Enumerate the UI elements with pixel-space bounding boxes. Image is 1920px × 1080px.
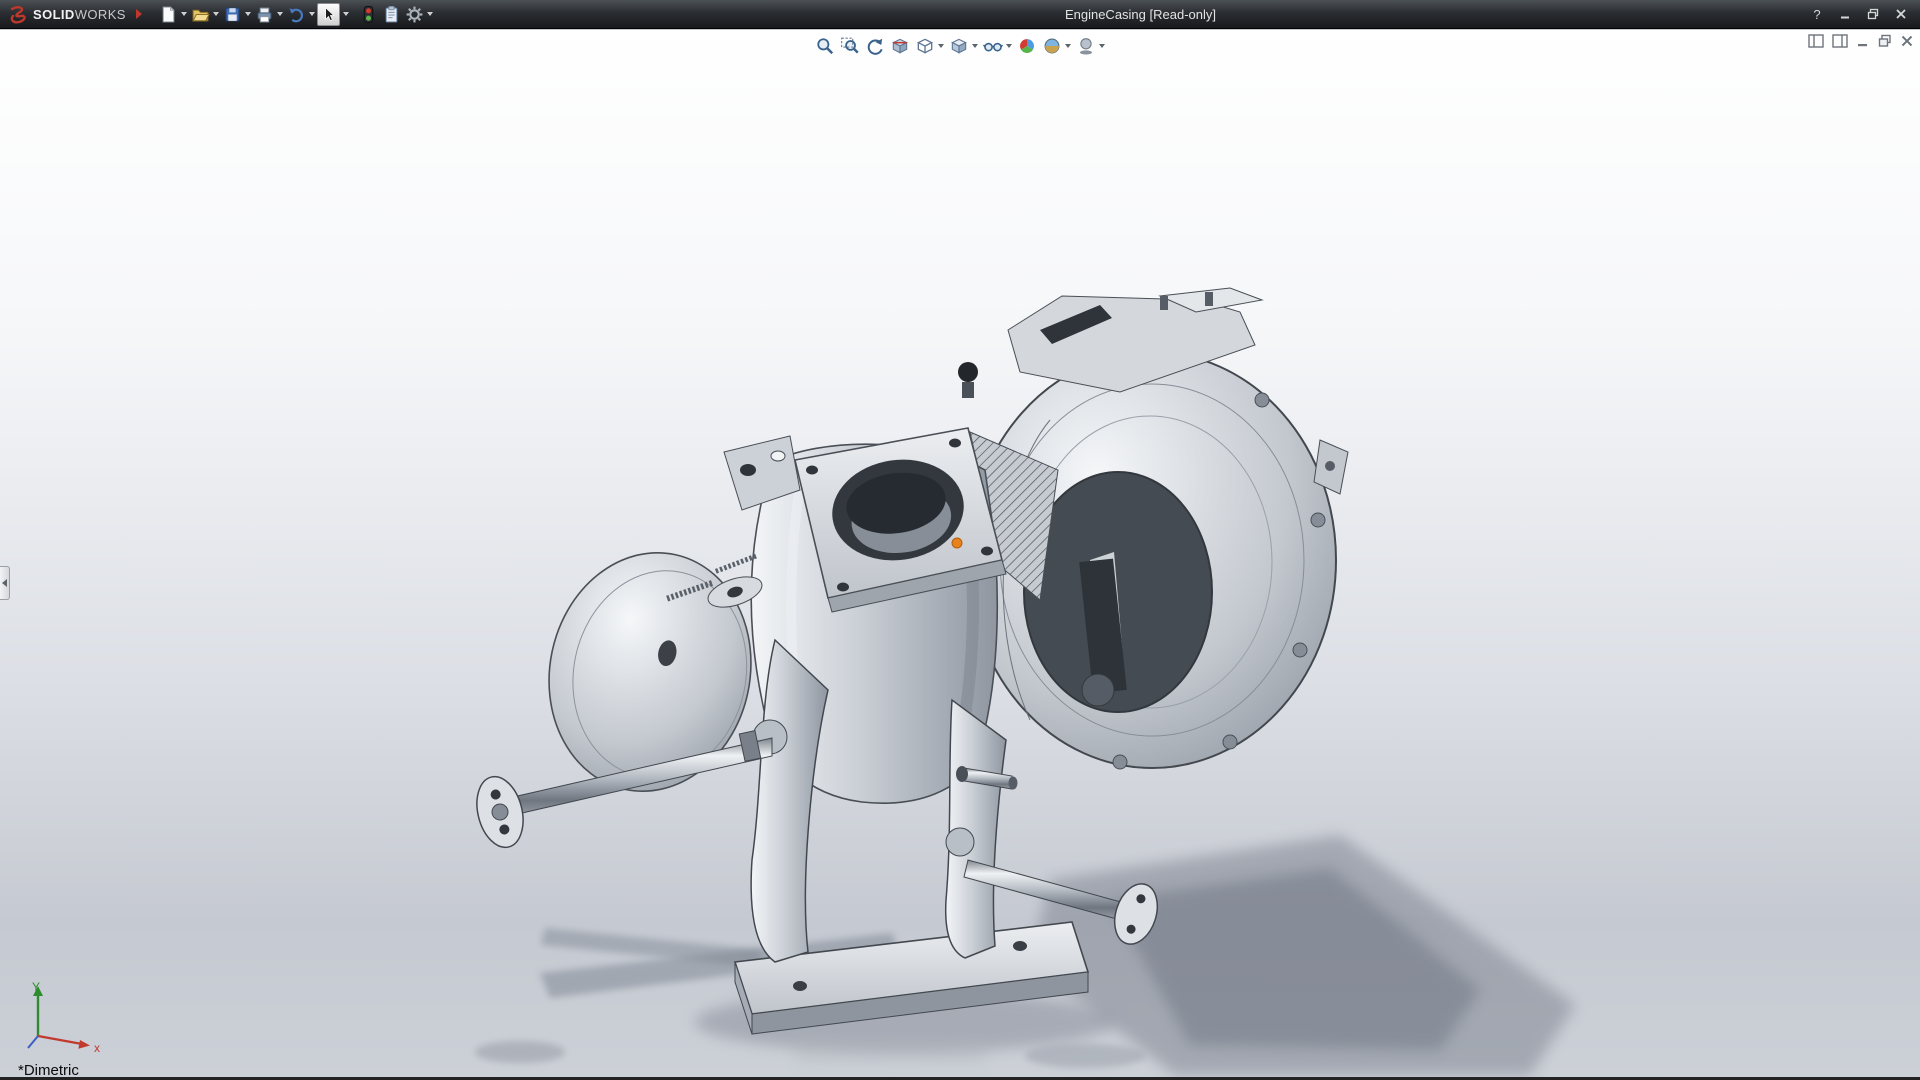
display-style-icon	[949, 36, 969, 56]
solidworks-logo-icon	[8, 4, 28, 24]
brand-text: SOLIDWORKS	[33, 7, 126, 22]
tile-panes-right-icon	[1832, 34, 1848, 48]
save-dropdown[interactable]	[245, 12, 251, 16]
edit-appearance-button[interactable]	[1016, 35, 1038, 57]
view-settings-button[interactable]	[1075, 35, 1106, 57]
doc-restore-button[interactable]	[1878, 34, 1892, 48]
zoom-to-fit-button[interactable]	[814, 35, 836, 57]
select-cursor-icon	[320, 6, 337, 23]
options-button[interactable]	[403, 3, 435, 26]
collapse-arrow-icon	[2, 579, 7, 587]
rebuild-stoplight-icon	[359, 5, 378, 24]
hide-show-items-button[interactable]	[982, 35, 1013, 57]
open-dropdown[interactable]	[213, 12, 219, 16]
undo-dropdown[interactable]	[309, 12, 315, 16]
file-properties-icon	[382, 5, 401, 24]
previous-view-icon	[865, 36, 885, 56]
view-settings-dropdown[interactable]	[1099, 44, 1105, 48]
apply-scene-dropdown[interactable]	[1065, 44, 1071, 48]
minimize-button[interactable]	[1834, 4, 1856, 24]
section-view-icon	[890, 36, 910, 56]
rebuild-button[interactable]	[357, 3, 380, 26]
save-icon	[223, 5, 242, 24]
document-title: EngineCasing [Read-only]	[1065, 0, 1216, 29]
zoom-to-area-icon	[840, 36, 860, 56]
titlebar: SOLIDWORKS	[0, 0, 1920, 29]
selection-point-marker[interactable]	[952, 538, 962, 548]
undo-icon	[287, 5, 306, 24]
view-orientation-icon	[915, 36, 935, 56]
print-dropdown[interactable]	[277, 12, 283, 16]
featuremanager-collapse-tab[interactable]	[0, 566, 10, 600]
engine-casing-model[interactable]	[0, 30, 1920, 1080]
minimize-icon	[1839, 8, 1851, 20]
reference-triad: Y x	[20, 978, 110, 1058]
doc-minimize-icon	[1856, 34, 1870, 48]
print-icon	[255, 5, 274, 24]
select-tool-button[interactable]	[317, 3, 340, 26]
new-document-dropdown[interactable]	[181, 12, 187, 16]
view-orientation-button[interactable]	[914, 35, 945, 57]
zoom-to-fit-icon	[815, 36, 835, 56]
file-properties-button[interactable]	[380, 3, 403, 26]
open-button[interactable]	[189, 3, 221, 26]
tile-panes-left-button[interactable]	[1808, 34, 1824, 48]
print-button[interactable]	[253, 3, 285, 26]
options-dropdown[interactable]	[427, 12, 433, 16]
heads-up-view-toolbar	[806, 33, 1114, 59]
close-button[interactable]	[1890, 4, 1912, 24]
zoom-to-area-button[interactable]	[839, 35, 861, 57]
restore-button[interactable]	[1862, 4, 1884, 24]
display-style-dropdown[interactable]	[972, 44, 978, 48]
restore-icon	[1867, 8, 1879, 20]
new-document-icon	[159, 5, 178, 24]
view-settings-icon	[1076, 36, 1096, 56]
menu-flyout-arrow-icon[interactable]	[136, 9, 142, 19]
open-folder-icon	[191, 5, 210, 24]
graphics-area[interactable]: Y x *Dimetric	[0, 30, 1920, 1080]
triad-x-label: x	[94, 1041, 100, 1055]
doc-minimize-button[interactable]	[1856, 34, 1870, 48]
close-icon	[1895, 8, 1907, 20]
display-style-button[interactable]	[948, 35, 979, 57]
document-window-controls	[1808, 34, 1914, 48]
tile-panes-left-icon	[1808, 34, 1824, 48]
window-controls: ?	[1806, 4, 1920, 24]
hide-show-glasses-icon	[983, 36, 1003, 56]
undo-button[interactable]	[285, 3, 317, 26]
doc-close-icon	[1900, 34, 1914, 48]
view-orientation-dropdown[interactable]	[938, 44, 944, 48]
tile-panes-right-button[interactable]	[1832, 34, 1848, 48]
save-button[interactable]	[221, 3, 253, 26]
doc-close-button[interactable]	[1900, 34, 1914, 48]
previous-view-button[interactable]	[864, 35, 886, 57]
edit-appearance-icon	[1017, 36, 1037, 56]
apply-scene-icon	[1042, 36, 1062, 56]
new-document-button[interactable]	[157, 3, 189, 26]
help-button[interactable]: ?	[1806, 4, 1828, 24]
options-gear-icon	[405, 5, 424, 24]
section-view-button[interactable]	[889, 35, 911, 57]
triad-y-label: Y	[32, 980, 40, 994]
hide-show-items-dropdown[interactable]	[1006, 44, 1012, 48]
doc-restore-icon	[1878, 34, 1892, 48]
select-tool-dropdown[interactable]	[343, 12, 349, 16]
apply-scene-button[interactable]	[1041, 35, 1072, 57]
main-toolbar	[157, 3, 435, 26]
app-logo: SOLIDWORKS	[0, 0, 136, 28]
